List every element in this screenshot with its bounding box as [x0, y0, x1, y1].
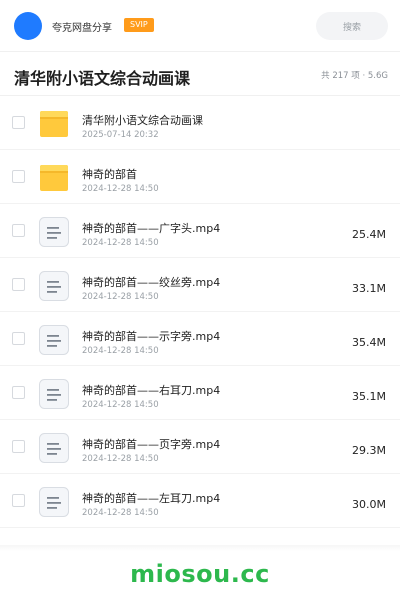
- svip-badge: SVIP: [124, 18, 154, 32]
- row-checkbox[interactable]: [12, 116, 25, 129]
- file-row[interactable]: 神奇的部首——页字旁.mp4 2024-12-28 14:50 29.3M: [0, 420, 400, 474]
- title-bar: 清华附小语文综合动画课 共 217 项 · 5.6G: [0, 52, 400, 96]
- search-placeholder: 搜索: [342, 22, 361, 33]
- file-date: 2024-12-28 14:50: [82, 454, 159, 464]
- folder-icon: [38, 162, 70, 194]
- user-name: 夸克网盘分享: [52, 23, 112, 34]
- file-row[interactable]: 神奇的部首——右耳刀.mp4 2024-12-28 14:50 35.1M: [0, 366, 400, 420]
- row-checkbox[interactable]: [12, 386, 25, 399]
- file-name: 神奇的部首——示字旁.mp4: [82, 330, 221, 343]
- row-checkbox[interactable]: [12, 224, 25, 237]
- item-summary: 共 217 项 · 5.6G: [321, 71, 388, 81]
- page-title: 清华附小语文综合动画课: [14, 69, 191, 88]
- row-checkbox[interactable]: [12, 332, 25, 345]
- file-row[interactable]: 神奇的部首——示字旁.mp4 2024-12-28 14:50 35.4M: [0, 312, 400, 366]
- file-name: 神奇的部首——右耳刀.mp4: [82, 384, 221, 397]
- file-size: 25.4M: [352, 228, 386, 241]
- search-input[interactable]: 搜索: [316, 12, 388, 40]
- file-size: 35.1M: [352, 390, 386, 403]
- file-size: 33.1M: [352, 282, 386, 295]
- file-name: 神奇的部首——页字旁.mp4: [82, 438, 221, 451]
- file-date: 2024-12-28 14:50: [82, 508, 159, 518]
- file-name: 神奇的部首: [82, 168, 137, 181]
- avatar[interactable]: [14, 12, 42, 40]
- file-name: 神奇的部首——广字头.mp4: [82, 222, 221, 235]
- document-icon: [38, 324, 70, 356]
- file-row[interactable]: 清华附小语文综合动画课 2025-07-14 20:32: [0, 96, 400, 150]
- file-name: 神奇的部首——左耳刀.mp4: [82, 492, 221, 505]
- file-date: 2024-12-28 14:50: [82, 400, 159, 410]
- row-checkbox[interactable]: [12, 170, 25, 183]
- row-checkbox[interactable]: [12, 494, 25, 507]
- row-checkbox[interactable]: [12, 440, 25, 453]
- document-icon: [38, 216, 70, 248]
- file-row[interactable]: 神奇的部首——左耳刀.mp4 2024-12-28 14:50 30.0M: [0, 474, 400, 528]
- file-date: 2024-12-28 14:50: [82, 238, 159, 248]
- row-checkbox[interactable]: [12, 278, 25, 291]
- file-date: 2024-12-28 14:50: [82, 184, 159, 194]
- document-icon: [38, 270, 70, 302]
- file-name: 清华附小语文综合动画课: [82, 114, 203, 127]
- file-row[interactable]: 神奇的部首 2024-12-28 14:50: [0, 150, 400, 204]
- folder-icon: [38, 108, 70, 140]
- document-icon: [38, 432, 70, 464]
- watermark: miosou.cc: [130, 560, 270, 588]
- file-size: 35.4M: [352, 336, 386, 349]
- file-date: 2024-12-28 14:50: [82, 346, 159, 356]
- file-date: 2024-12-28 14:50: [82, 292, 159, 302]
- file-list: 清华附小语文综合动画课 2025-07-14 20:32 神奇的部首 2024-12-…: [0, 96, 400, 528]
- file-name: 神奇的部首——绞丝旁.mp4: [82, 276, 221, 289]
- file-row[interactable]: 神奇的部首——绞丝旁.mp4 2024-12-28 14:50 33.1M: [0, 258, 400, 312]
- document-icon: [38, 378, 70, 410]
- file-row[interactable]: 神奇的部首——广字头.mp4 2024-12-28 14:50 25.4M: [0, 204, 400, 258]
- file-size: 29.3M: [352, 444, 386, 457]
- document-icon: [38, 486, 70, 518]
- header: 夸克网盘分享 SVIP 搜索: [0, 0, 400, 52]
- file-size: 30.0M: [352, 498, 386, 511]
- file-date: 2025-07-14 20:32: [82, 130, 159, 140]
